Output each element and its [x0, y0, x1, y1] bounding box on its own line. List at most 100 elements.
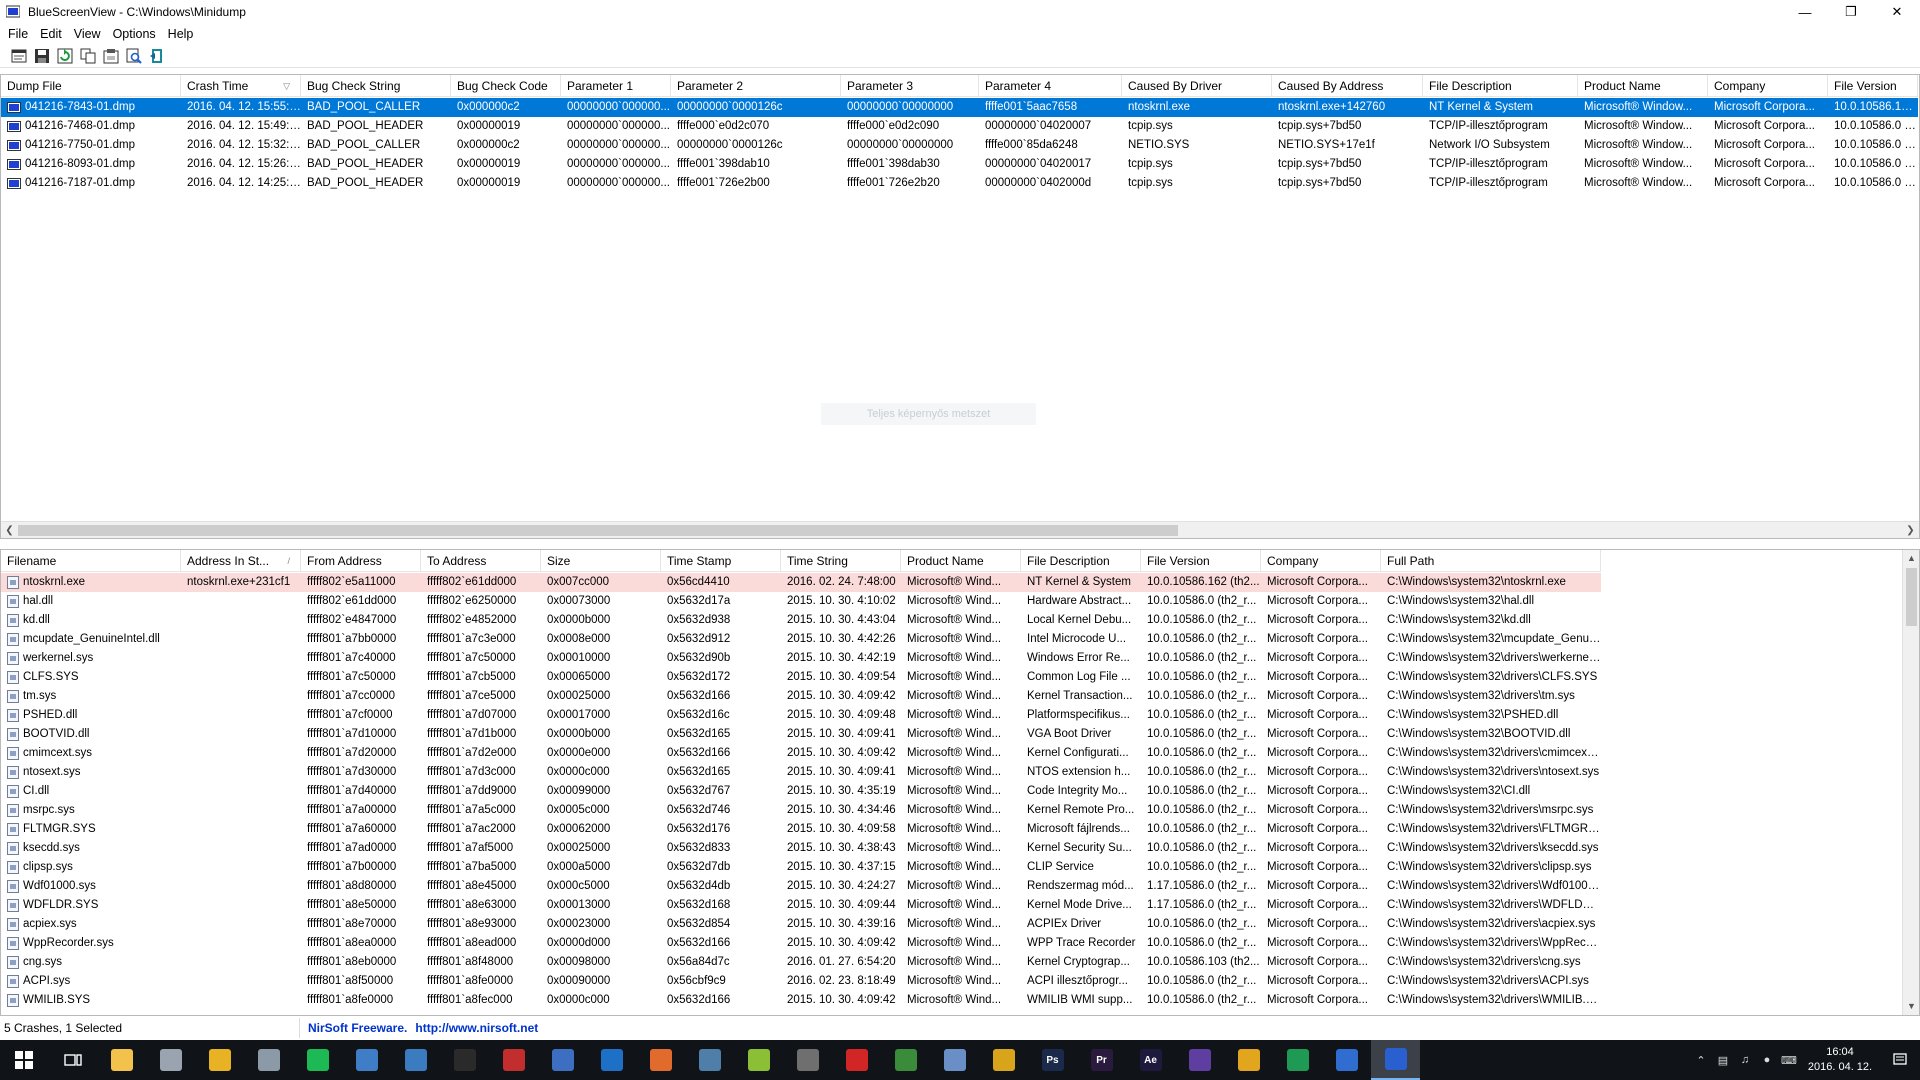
driver-row[interactable]: CLFS.SYS fffff801`a7c50000 fffff801`a7cb50…	[1, 668, 1601, 687]
driver-row[interactable]: kd.dll fffff802`e4847000 fffff802`e4852000…	[1, 611, 1601, 630]
properties-button[interactable]	[10, 47, 28, 65]
col-file-version[interactable]: File Version	[1141, 550, 1261, 572]
col-caused-by-driver[interactable]: Caused By Driver	[1122, 75, 1272, 97]
driver-row[interactable]: tm.sys fffff801`a7cc0000 fffff801`a7ce5000…	[1, 687, 1601, 706]
taskbar-app-button[interactable]	[587, 1040, 636, 1080]
taskbar-app-button[interactable]	[636, 1040, 685, 1080]
taskbar-app-button[interactable]: Pr	[1077, 1040, 1126, 1080]
driver-row[interactable]: ksecdd.sys fffff801`a7ad0000 fffff801`a7af…	[1, 839, 1601, 858]
col-time-string[interactable]: Time String	[781, 550, 901, 572]
driver-row[interactable]: CI.dll fffff801`a7d40000 fffff801`a7dd9000…	[1, 782, 1601, 801]
col-from-address[interactable]: From Address	[301, 550, 421, 572]
minimize-button[interactable]: —	[1782, 0, 1828, 24]
close-button[interactable]: ✕	[1874, 0, 1920, 24]
taskbar-app-button[interactable]	[783, 1040, 832, 1080]
driver-row[interactable]: ACPI.sys fffff801`a8f50000 fffff801`a8fe00…	[1, 972, 1601, 991]
col-file-description[interactable]: File Description	[1021, 550, 1141, 572]
taskbar-app-button[interactable]	[930, 1040, 979, 1080]
keyboard-icon[interactable]: ⌨	[1778, 1040, 1800, 1080]
col-product-name[interactable]: Product Name	[1578, 75, 1708, 97]
taskbar-app-button[interactable]	[979, 1040, 1028, 1080]
col-bug-check-string[interactable]: Bug Check String	[301, 75, 451, 97]
driver-row[interactable]: BOOTVID.dll fffff801`a7d10000 fffff801`a7d…	[1, 725, 1601, 744]
action-center-button[interactable]	[1880, 1040, 1920, 1080]
driver-row[interactable]: Wdf01000.sys fffff801`a8d80000 fffff801`a8…	[1, 877, 1601, 896]
col-crash-time[interactable]: Crash Time ▽	[181, 75, 301, 97]
crash-row[interactable]: 041216-7468-01.dmp 2016. 04. 12. 15:49:38…	[1, 117, 1918, 136]
col-full-path[interactable]: Full Path	[1381, 550, 1601, 572]
col-parameter-1[interactable]: Parameter 1	[561, 75, 671, 97]
taskbar-app-button[interactable]: Ps	[1028, 1040, 1077, 1080]
col-file-version[interactable]: File Version	[1828, 75, 1918, 97]
clock[interactable]: 16:04 2016. 04. 12.	[1800, 1045, 1880, 1075]
driver-row[interactable]: mcupdate_GenuineIntel.dll fffff801`a7bb00…	[1, 630, 1601, 649]
driver-row[interactable]: WDFLDR.SYS fffff801`a8e50000 fffff801`a8e6…	[1, 896, 1601, 915]
hscroll-thumb[interactable]	[18, 525, 1178, 536]
restore-button[interactable]: ❐	[1828, 0, 1874, 24]
driver-row[interactable]: hal.dll fffff802`e61dd000 fffff802`e625000…	[1, 592, 1601, 611]
tray-overflow-icon[interactable]: ⌃	[1690, 1040, 1712, 1080]
taskbar-app-button[interactable]	[342, 1040, 391, 1080]
col-address-in-stack[interactable]: Address In St... /	[181, 550, 301, 572]
col-company[interactable]: Company	[1261, 550, 1381, 572]
col-time-stamp[interactable]: Time Stamp	[661, 550, 781, 572]
driver-row[interactable]: ntoskrnl.exe ntoskrnl.exe+231cf1 fffff802`…	[1, 573, 1601, 592]
driver-row[interactable]: msrpc.sys fffff801`a7a00000 fffff801`a7a5c…	[1, 801, 1601, 820]
col-product-name[interactable]: Product Name	[901, 550, 1021, 572]
taskbar-app-button[interactable]	[1175, 1040, 1224, 1080]
col-company[interactable]: Company	[1708, 75, 1828, 97]
menu-help[interactable]: Help	[162, 27, 200, 41]
col-to-address[interactable]: To Address	[421, 550, 541, 572]
html-report-button[interactable]	[102, 47, 120, 65]
menu-options[interactable]: Options	[107, 27, 162, 41]
menu-edit[interactable]: Edit	[34, 27, 68, 41]
col-parameter-3[interactable]: Parameter 3	[841, 75, 979, 97]
col-size[interactable]: Size	[541, 550, 661, 572]
scroll-up-icon[interactable]: ▲	[1903, 550, 1919, 567]
driver-row[interactable]: WppRecorder.sys fffff801`a8ea0000 fffff801…	[1, 934, 1601, 953]
volume-icon[interactable]: ♫	[1734, 1040, 1756, 1080]
taskbar-app-button[interactable]	[146, 1040, 195, 1080]
taskbar-app-button[interactable]	[1322, 1040, 1371, 1080]
driver-row[interactable]: clipsp.sys fffff801`a7b00000 fffff801`a7ba…	[1, 858, 1601, 877]
taskbar-app-button[interactable]	[440, 1040, 489, 1080]
driver-row[interactable]: PSHED.dll fffff801`a7cf0000 fffff801`a7d07…	[1, 706, 1601, 725]
col-filename[interactable]: Filename	[1, 550, 181, 572]
taskbar-app-button[interactable]	[244, 1040, 293, 1080]
col-bug-check-code[interactable]: Bug Check Code	[451, 75, 561, 97]
save-button[interactable]	[33, 47, 51, 65]
driver-row[interactable]: acpiex.sys fffff801`a8e70000 fffff801`a8e9…	[1, 915, 1601, 934]
exit-button[interactable]	[148, 47, 166, 65]
taskbar-app-button[interactable]	[538, 1040, 587, 1080]
network-icon[interactable]: ▤	[1712, 1040, 1734, 1080]
scroll-down-icon[interactable]: ▼	[1903, 998, 1919, 1015]
menu-file[interactable]: File	[2, 27, 34, 41]
col-parameter-4[interactable]: Parameter 4	[979, 75, 1122, 97]
start-button[interactable]	[0, 1040, 48, 1080]
crash-list-hscrollbar[interactable]: ❮ ❯	[1, 521, 1919, 538]
language-icon[interactable]: ●	[1756, 1040, 1778, 1080]
crash-row[interactable]: 041216-7843-01.dmp 2016. 04. 12. 15:55:50…	[1, 98, 1918, 117]
taskbar-app-button[interactable]	[293, 1040, 342, 1080]
nirsoft-link[interactable]: http://www.nirsoft.net	[407, 1021, 538, 1035]
crash-row[interactable]: 041216-8093-01.dmp 2016. 04. 12. 15:26:18…	[1, 155, 1918, 174]
scroll-left-icon[interactable]: ❮	[1, 522, 18, 538]
menu-view[interactable]: View	[68, 27, 107, 41]
taskbar-app-button[interactable]	[391, 1040, 440, 1080]
crash-row[interactable]: 041216-7750-01.dmp 2016. 04. 12. 15:32:10…	[1, 136, 1918, 155]
driver-row[interactable]: cmimcext.sys fffff801`a7d20000 fffff801`a7…	[1, 744, 1601, 763]
taskbar-app-button[interactable]	[195, 1040, 244, 1080]
taskbar-app-button[interactable]	[1371, 1040, 1420, 1080]
col-dump-file[interactable]: Dump File	[1, 75, 181, 97]
crash-row[interactable]: 041216-7187-01.dmp 2016. 04. 12. 14:25:05…	[1, 174, 1918, 193]
driver-row[interactable]: cng.sys fffff801`a8eb0000 fffff801`a8f4800…	[1, 953, 1601, 972]
find-button[interactable]	[125, 47, 143, 65]
taskbar-app-button[interactable]	[489, 1040, 538, 1080]
taskbar-app-button[interactable]	[1273, 1040, 1322, 1080]
scroll-right-icon[interactable]: ❯	[1902, 522, 1919, 538]
taskbar-app-button[interactable]	[1224, 1040, 1273, 1080]
driver-list-vscrollbar[interactable]: ▲ ▼	[1902, 550, 1919, 1015]
driver-row[interactable]: werkernel.sys fffff801`a7c40000 fffff801`a…	[1, 649, 1601, 668]
taskbar-app-button[interactable]	[97, 1040, 146, 1080]
taskbar-app-button[interactable]	[685, 1040, 734, 1080]
